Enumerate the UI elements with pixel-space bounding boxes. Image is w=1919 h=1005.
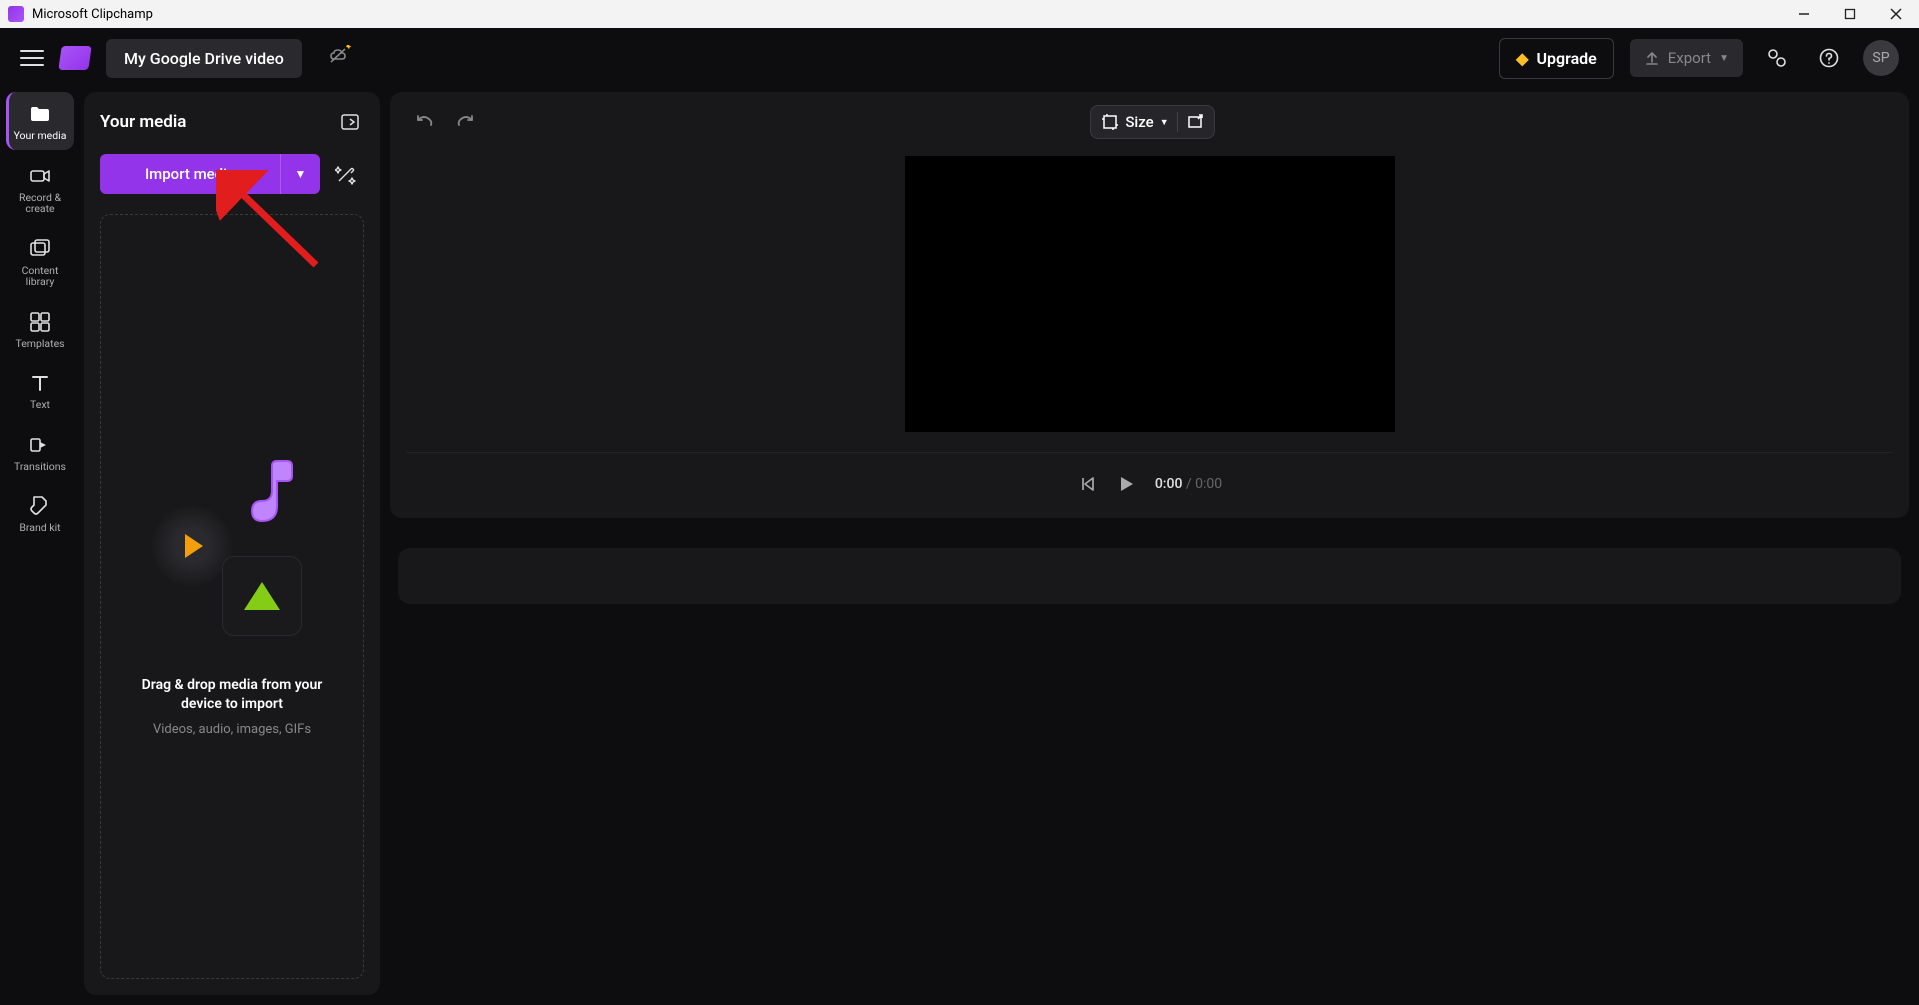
timecode: 0:00 / 0:00 (1155, 476, 1222, 492)
help-button[interactable] (1811, 40, 1847, 76)
import-media-dropdown-button[interactable]: ▼ (280, 154, 320, 194)
window-controls (1781, 0, 1919, 28)
size-label: Size (1125, 113, 1153, 131)
rail-label: Templates (15, 338, 64, 350)
folder-icon (28, 102, 52, 126)
user-avatar[interactable]: SP (1863, 40, 1899, 76)
editor-area: Size ▼ (390, 92, 1909, 995)
import-media-button-group: Import media ▼ (100, 154, 320, 194)
rail-transitions[interactable]: Transitions (6, 423, 74, 481)
rail-templates[interactable]: Templates (6, 300, 74, 358)
size-controls: Size ▼ (1090, 105, 1214, 139)
upload-icon (1644, 50, 1660, 66)
title-bar: Microsoft Clipchamp (0, 0, 1919, 28)
timecode-total: 0:00 (1195, 476, 1222, 492)
chevron-down-icon: ▼ (295, 167, 307, 181)
rail-label: Content library (10, 265, 70, 288)
undo-button[interactable] (406, 104, 442, 140)
text-icon (28, 371, 52, 395)
timeline-area (390, 518, 1909, 995)
maximize-button[interactable] (1827, 0, 1873, 28)
library-icon (28, 237, 52, 261)
transitions-icon (28, 433, 52, 457)
rail-record-create[interactable]: Record & create (6, 154, 74, 223)
left-rail: Your media Record & create Content libra… (0, 88, 80, 1005)
fit-frame-button[interactable] (1186, 113, 1204, 131)
import-media-button[interactable]: Import media (100, 154, 280, 194)
rail-text[interactable]: Text (6, 361, 74, 419)
rail-label: Record & create (10, 192, 70, 215)
rail-your-media[interactable]: Your media (6, 92, 74, 150)
play-button[interactable] (1115, 473, 1137, 495)
clipchamp-logo-icon (58, 46, 91, 70)
sync-status-icon[interactable] (326, 45, 354, 71)
app-title: Microsoft Clipchamp (32, 7, 153, 22)
your-media-panel: Your media Import media ▼ (84, 92, 380, 995)
expand-icon (1186, 113, 1204, 131)
aspect-ratio-button[interactable]: Size ▼ (1101, 113, 1168, 131)
dropzone-title: Drag & drop media from your device to im… (121, 676, 343, 714)
chevron-down-icon: ▼ (1160, 117, 1169, 128)
upgrade-button[interactable]: ◆ Upgrade (1499, 38, 1614, 79)
preview-panel: Size ▼ (390, 92, 1909, 518)
templates-icon (28, 310, 52, 334)
top-bar: My Google Drive video ◆ Upgrade Export ▼… (0, 28, 1919, 88)
crop-icon (1101, 113, 1119, 131)
transport-bar: 0:00 / 0:00 (406, 452, 1893, 498)
rail-label: Your media (14, 130, 67, 142)
export-label: Export (1668, 49, 1711, 67)
media-dropzone[interactable]: Drag & drop media from your device to im… (100, 214, 364, 979)
rail-label: Transitions (14, 461, 66, 473)
skip-back-button[interactable] (1077, 474, 1097, 494)
brand-kit-icon (28, 494, 52, 518)
rail-content-library[interactable]: Content library (6, 227, 74, 296)
minimize-button[interactable] (1781, 0, 1827, 28)
timecode-current: 0:00 (1155, 476, 1183, 492)
camera-icon (28, 164, 52, 188)
export-button[interactable]: Export ▼ (1630, 39, 1743, 77)
media-illustration (152, 456, 312, 636)
timeline-track[interactable] (398, 548, 1901, 604)
hamburger-menu-button[interactable] (20, 46, 44, 70)
redo-button[interactable] (448, 104, 484, 140)
chevron-down-icon: ▼ (1719, 53, 1729, 64)
rail-brand-kit[interactable]: Brand kit (6, 484, 74, 542)
close-button[interactable] (1873, 0, 1919, 28)
panel-title: Your media (100, 112, 186, 132)
rail-label: Text (30, 399, 50, 411)
dropzone-subtitle: Videos, audio, images, GIFs (153, 722, 311, 737)
video-canvas[interactable] (905, 156, 1395, 432)
app-icon (8, 6, 24, 22)
project-title-input[interactable]: My Google Drive video (106, 39, 302, 78)
panel-expand-button[interactable] (336, 108, 364, 136)
settings-button[interactable] (1759, 40, 1795, 76)
ai-tools-button[interactable] (328, 154, 364, 194)
diamond-icon: ◆ (1516, 49, 1528, 68)
upgrade-label: Upgrade (1536, 49, 1596, 68)
rail-label: Brand kit (19, 522, 60, 534)
